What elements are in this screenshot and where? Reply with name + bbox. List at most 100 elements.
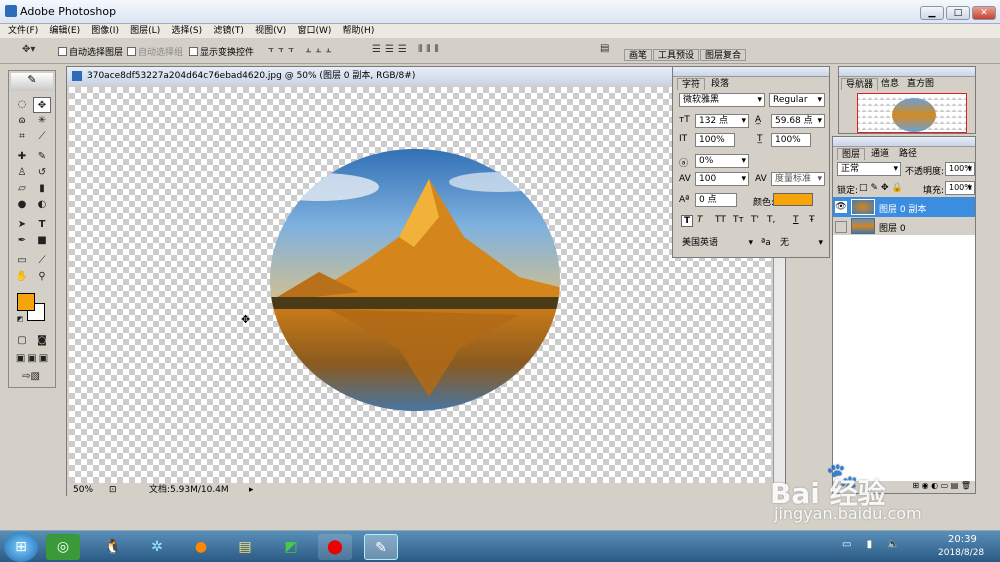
status-arrow-icon[interactable]: ▸	[249, 483, 254, 497]
brush-tool-icon[interactable]: ✎	[33, 149, 51, 165]
strikethrough-button[interactable]: Ŧ	[809, 215, 815, 225]
tab-paths[interactable]: 路径	[895, 148, 921, 160]
small-caps-button[interactable]: Tт	[733, 215, 744, 225]
quick-mask-icon[interactable]: ◙	[33, 333, 51, 349]
jump-to-imageready-icon[interactable]: ⇨▧	[13, 369, 49, 385]
marquee-tool-icon[interactable]: ◌	[13, 97, 31, 113]
healing-brush-icon[interactable]: ✚	[13, 149, 31, 165]
default-colors-icon[interactable]: ◩	[11, 311, 29, 327]
menu-image[interactable]: 图像(I)	[91, 24, 119, 38]
tracking-percent-select[interactable]: 0%	[695, 154, 749, 168]
auto-select-group-checkbox[interactable]: 自动选择组	[127, 45, 183, 58]
magic-wand-icon[interactable]: ✳	[33, 113, 51, 129]
pen-tool-icon[interactable]: ✒	[13, 233, 31, 249]
eyedropper-icon[interactable]: ⟋	[33, 253, 51, 269]
taskbar-qq-icon[interactable]: 🐧	[96, 534, 130, 560]
antialias-select[interactable]: 无	[777, 237, 825, 251]
underline-button[interactable]: T	[793, 215, 799, 225]
lasso-tool-icon[interactable]: ɷ	[13, 113, 31, 129]
menu-help[interactable]: 帮助(H)	[343, 24, 375, 38]
hand-tool-icon[interactable]: ✋	[13, 269, 31, 285]
type-tool-icon[interactable]: T	[33, 217, 51, 233]
tab-layers[interactable]: 图层	[837, 148, 866, 160]
layer-row-0-copy[interactable]: 👁 图层 0 副本	[833, 197, 975, 217]
menu-select[interactable]: 选择(S)	[171, 24, 202, 38]
align-icons[interactable]: ⫟⫟⫟ ⫠⫠⫠	[268, 44, 336, 55]
baseline-shift-input[interactable]: 0 点	[695, 193, 737, 207]
taskbar-explorer-icon[interactable]: ▤	[228, 534, 262, 560]
taskbar-app-360-icon[interactable]: ◎	[46, 534, 80, 560]
blur-tool-icon[interactable]: ●	[13, 197, 31, 213]
dodge-tool-icon[interactable]: ◐	[33, 197, 51, 213]
maximize-button[interactable]: □	[946, 6, 970, 20]
palette-well-icon[interactable]: ▤	[600, 43, 609, 54]
foreground-color-swatch[interactable]	[17, 293, 35, 311]
vertical-scale-input[interactable]: 100%	[695, 133, 735, 147]
taskbar-photoshop-icon[interactable]: ✎	[364, 534, 398, 560]
gradient-tool-icon[interactable]: ▮	[33, 181, 51, 197]
tracking-select[interactable]: 100	[695, 172, 749, 186]
eraser-tool-icon[interactable]: ▱	[13, 181, 31, 197]
history-brush-icon[interactable]: ↺	[33, 165, 51, 181]
language-select[interactable]: 美国英语	[679, 237, 755, 251]
menu-filter[interactable]: 滤镜(T)	[213, 24, 244, 38]
taskbar-firefox-icon[interactable]: ●	[184, 534, 218, 560]
canvas[interactable]: ✥	[69, 87, 771, 483]
leading-input[interactable]: 59.68 点	[771, 114, 825, 128]
menu-layer[interactable]: 图层(L)	[130, 24, 160, 38]
show-transform-checkbox[interactable]: 显示变换控件	[189, 45, 254, 58]
crop-tool-icon[interactable]: ⌗	[13, 129, 31, 145]
tray-icons[interactable]: ▭ ▮ 🔈	[842, 539, 906, 550]
menu-window[interactable]: 窗口(W)	[297, 24, 331, 38]
horizontal-scale-input[interactable]: 100%	[771, 133, 811, 147]
zoom-level[interactable]: 50%	[73, 483, 93, 497]
subscript-button[interactable]: T,	[767, 215, 775, 225]
visibility-eye-icon[interactable]: 👁	[835, 201, 847, 213]
font-family-select[interactable]: 微软雅黑	[679, 93, 765, 107]
faux-italic-button[interactable]: T	[697, 215, 703, 225]
tab-character[interactable]: 字符	[677, 78, 706, 90]
tab-tool-presets[interactable]: 工具预设	[653, 49, 700, 61]
move-tool-icon[interactable]: ✥	[33, 97, 51, 113]
clone-stamp-icon[interactable]: ♙	[13, 165, 31, 181]
opacity-input[interactable]: 100%	[945, 162, 975, 176]
slice-tool-icon[interactable]: ⟋	[33, 129, 51, 145]
kerning-select[interactable]: 度量标准	[771, 172, 825, 186]
distribute-icons[interactable]: ☰☰☰ ⫴⫴⫴	[372, 44, 443, 55]
font-style-select[interactable]: Regular	[769, 93, 825, 107]
auto-select-layer-checkbox[interactable]: 自动选择图层	[58, 45, 123, 58]
menu-view[interactable]: 视图(V)	[255, 24, 286, 38]
taskbar-media-icon[interactable]: ✲	[140, 534, 174, 560]
tab-paragraph[interactable]: 段落	[707, 78, 733, 90]
font-size-input[interactable]: 132 点	[695, 114, 749, 128]
close-button[interactable]: ✕	[972, 6, 996, 20]
menu-edit[interactable]: 编辑(E)	[49, 24, 80, 38]
move-tool-preset-icon[interactable]: ✥▾	[22, 44, 35, 55]
menu-file[interactable]: 文件(F)	[8, 24, 38, 38]
faux-bold-button[interactable]: T	[681, 215, 694, 227]
tab-histogram[interactable]: 直方图	[903, 78, 938, 90]
taskbar-app-icon[interactable]: ◩	[274, 534, 308, 560]
clock-time[interactable]: 20:39	[948, 534, 977, 545]
lock-icons[interactable]: □✎✥🔒	[859, 183, 906, 193]
path-select-icon[interactable]: ➤	[13, 217, 31, 233]
visibility-box[interactable]	[835, 221, 847, 233]
all-caps-button[interactable]: TT	[715, 215, 726, 225]
status-menu-icon[interactable]: ⊡	[109, 483, 117, 497]
screen-mode-icon[interactable]: ▣▣▣	[13, 351, 53, 367]
notes-tool-icon[interactable]: ▭	[13, 253, 31, 269]
navigator-preview[interactable]	[857, 93, 967, 133]
layer-name[interactable]: 图层 0 副本	[879, 202, 926, 215]
tab-brushes[interactable]: 画笔	[624, 49, 653, 61]
tab-info[interactable]: 信息	[877, 78, 903, 90]
fill-input[interactable]: 100%	[945, 181, 975, 195]
taskbar-recorder-icon[interactable]: ⬤	[318, 534, 352, 560]
tab-layer-comps[interactable]: 图层复合	[700, 49, 747, 61]
layer-row-0[interactable]: 图层 0	[833, 217, 975, 235]
layer-name[interactable]: 图层 0	[879, 221, 906, 234]
tab-navigator[interactable]: 导航器	[841, 78, 879, 90]
zoom-tool-icon[interactable]: ⚲	[33, 269, 51, 285]
tab-channels[interactable]: 通道	[867, 148, 893, 160]
superscript-button[interactable]: T'	[751, 215, 759, 225]
start-button[interactable]: ⊞	[4, 532, 38, 562]
